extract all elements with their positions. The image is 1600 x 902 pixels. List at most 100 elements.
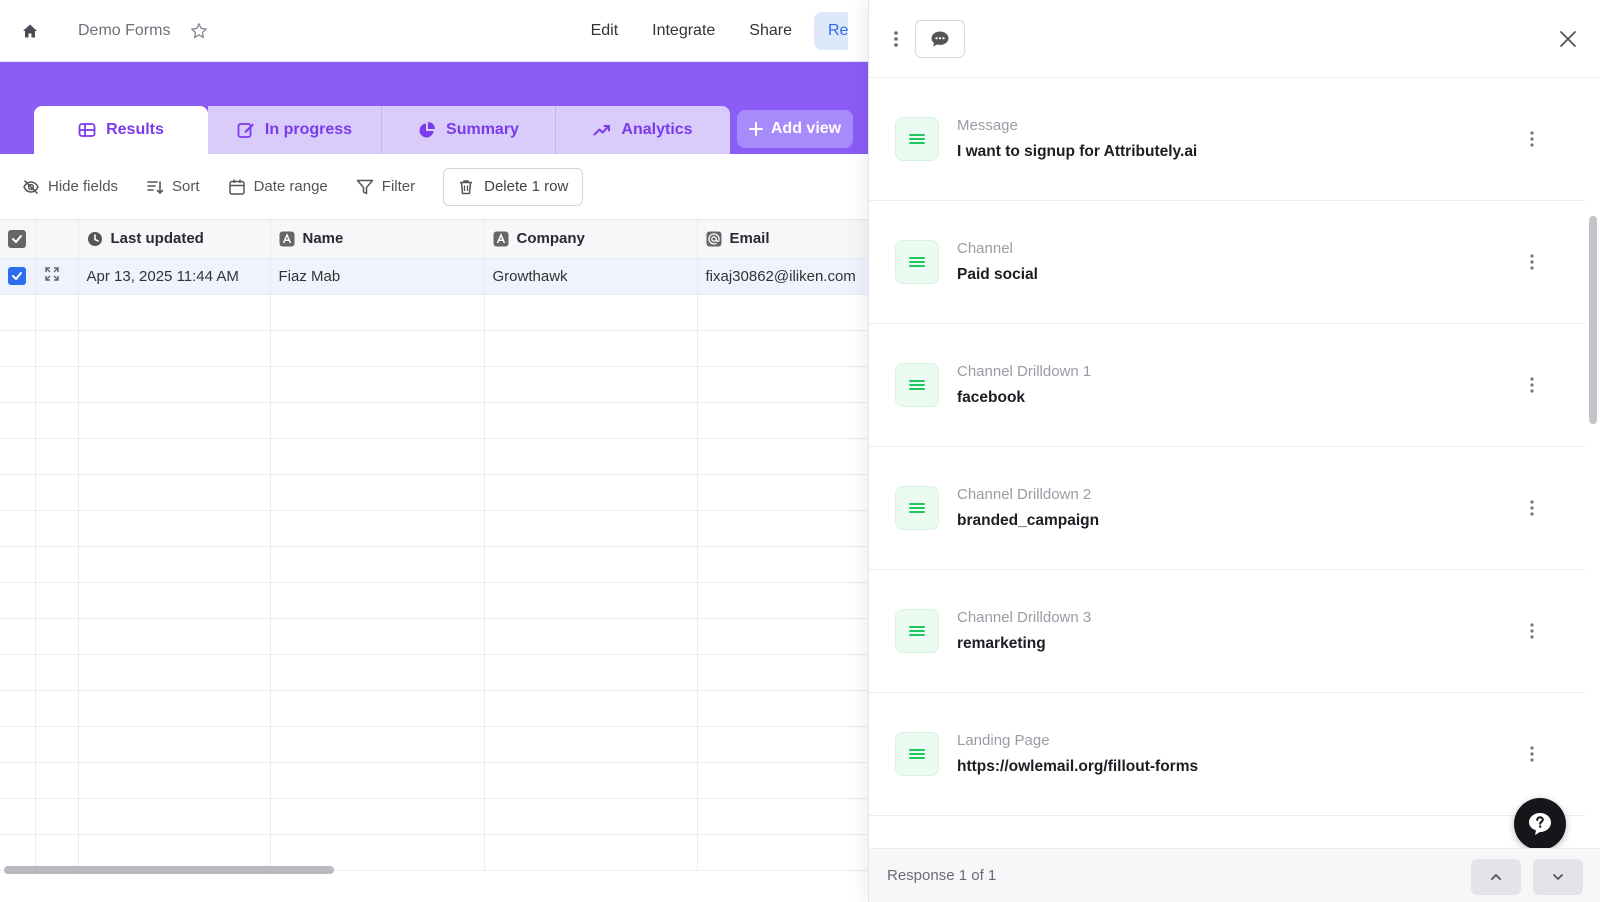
empty-cell: [35, 618, 79, 655]
email-at-icon: [706, 231, 722, 247]
empty-cell: [697, 834, 868, 871]
previous-response-button[interactable]: [1471, 859, 1521, 895]
response-field: Channel Drilldown 1 facebook: [869, 324, 1585, 447]
more-vertical-icon[interactable]: [891, 29, 901, 49]
row-checkbox[interactable]: [8, 267, 26, 286]
tab-summary[interactable]: Summary: [382, 106, 556, 154]
empty-cell: [78, 402, 271, 439]
empty-cell: [484, 726, 698, 763]
comment-button[interactable]: [915, 19, 965, 58]
close-icon[interactable]: [1556, 27, 1580, 51]
text-lines-icon: [895, 240, 939, 284]
more-vertical-icon[interactable]: [1529, 129, 1535, 149]
empty-cell: [484, 330, 698, 367]
column-header-company[interactable]: Company: [484, 220, 698, 259]
response-field: Channel Paid social: [869, 201, 1585, 324]
field-value[interactable]: https://owlemail.org/fillout-forms: [957, 758, 1198, 776]
column-header-email[interactable]: Email: [697, 220, 868, 259]
field-value[interactable]: branded_campaign: [957, 512, 1099, 530]
empty-cell: [270, 726, 485, 763]
trash-icon: [460, 179, 473, 194]
empty-cell: [697, 654, 868, 691]
horizontal-scrollbar[interactable]: [4, 866, 334, 874]
more-vertical-icon[interactable]: [1529, 252, 1535, 272]
hide-fields-label: Hide fields: [48, 178, 119, 195]
edit-icon: [237, 123, 254, 138]
empty-row: [0, 618, 868, 655]
field-text: Channel Drilldown 3 remarketing: [957, 609, 1091, 653]
tab-label: Summary: [446, 121, 519, 138]
empty-row: [0, 474, 868, 511]
empty-cell: [0, 402, 36, 439]
empty-cell: [35, 294, 79, 331]
next-response-button[interactable]: [1533, 859, 1583, 895]
expand-icon[interactable]: [44, 266, 60, 282]
field-value[interactable]: Paid social: [957, 266, 1038, 284]
sort-label: Sort: [172, 178, 200, 195]
field-text: Channel Drilldown 2 branded_campaign: [957, 486, 1099, 530]
delete-row-button[interactable]: Delete 1 row: [443, 167, 584, 206]
empty-row: [0, 582, 868, 619]
empty-cell: [0, 834, 36, 871]
empty-cell: [484, 582, 698, 619]
empty-row: [0, 546, 868, 583]
more-vertical-icon[interactable]: [1529, 498, 1535, 518]
star-icon[interactable]: [190, 22, 208, 40]
nav-edit[interactable]: Edit: [591, 22, 619, 40]
column-label: Last updated: [110, 230, 204, 248]
empty-row: [0, 654, 868, 691]
tab-in-progress[interactable]: In progress: [208, 106, 382, 154]
help-button[interactable]: [1514, 798, 1566, 850]
field-value[interactable]: facebook: [957, 389, 1091, 407]
empty-cell: [697, 366, 868, 403]
cell-name[interactable]: Fiaz Mab: [270, 258, 485, 295]
eye-off-icon: [23, 179, 39, 194]
chevron-up-icon: [1491, 874, 1501, 880]
column-header-name[interactable]: Name: [270, 220, 485, 259]
nav-integrate[interactable]: Integrate: [652, 22, 715, 40]
expand-col-header: [35, 220, 79, 259]
field-value[interactable]: remarketing: [957, 635, 1091, 653]
nav-share[interactable]: Share: [749, 22, 792, 40]
tab-analytics[interactable]: Analytics: [556, 106, 730, 154]
column-header-last-updated[interactable]: Last updated: [78, 220, 271, 259]
cell-last-updated[interactable]: Apr 13, 2025 11:44 AM: [78, 258, 271, 295]
hide-fields-button[interactable]: Hide fields: [22, 178, 118, 196]
empty-cell: [35, 798, 79, 835]
tab-label: Results: [106, 121, 164, 138]
empty-cell: [35, 834, 79, 871]
empty-cell: [78, 582, 271, 619]
more-vertical-icon[interactable]: [1529, 744, 1535, 764]
field-label: Landing Page: [957, 732, 1050, 749]
date-range-button[interactable]: Date range: [228, 178, 328, 196]
empty-cell: [0, 474, 36, 511]
empty-cell: [78, 762, 271, 799]
column-label: Name: [302, 230, 344, 248]
field-label: Channel Drilldown 1: [957, 363, 1092, 380]
field-text: Landing Page https://owlemail.org/fillout…: [957, 732, 1198, 776]
add-view-button[interactable]: Add view: [737, 110, 853, 148]
nav-results-active[interactable]: Re: [814, 11, 848, 50]
sort-button[interactable]: Sort: [146, 178, 200, 196]
table-row[interactable]: Apr 13, 2025 11:44 AM Fiaz Mab Growthawk…: [0, 258, 868, 295]
breadcrumb-form-name[interactable]: Demo Forms: [78, 22, 170, 40]
vertical-scrollbar[interactable]: [1589, 216, 1597, 424]
more-vertical-icon[interactable]: [1529, 621, 1535, 641]
view-tabs: Results In progress Summary Analytics Ad…: [34, 106, 853, 154]
home-icon[interactable]: [20, 21, 40, 41]
empty-cell: [78, 474, 271, 511]
field-label: Channel Drilldown 3: [957, 609, 1092, 626]
empty-cell: [697, 330, 868, 367]
cell-email[interactable]: fixaj30862@iliken.com: [697, 258, 868, 295]
select-all-checkbox[interactable]: [8, 229, 26, 248]
cell-company[interactable]: Growthawk: [484, 258, 698, 295]
empty-cell: [270, 330, 485, 367]
empty-cell: [270, 438, 485, 475]
more-vertical-icon[interactable]: [1529, 375, 1535, 395]
tab-results[interactable]: Results: [34, 106, 208, 154]
add-view-label: Add view: [770, 120, 842, 137]
empty-cell: [35, 582, 79, 619]
filter-button[interactable]: Filter: [356, 178, 415, 196]
field-value[interactable]: I want to signup for Attributely.ai: [957, 143, 1197, 161]
empty-cell: [270, 618, 485, 655]
